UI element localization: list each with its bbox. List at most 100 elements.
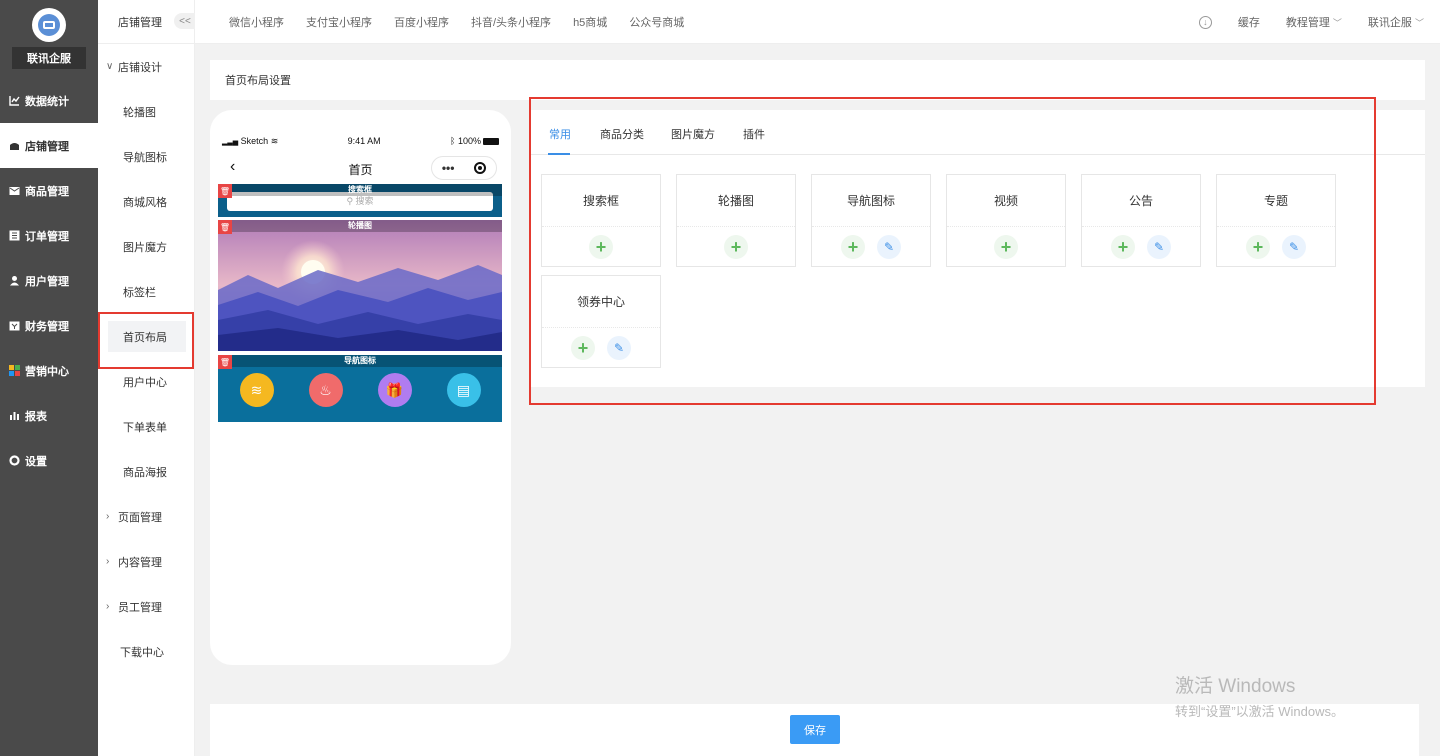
- brand-name: 联讯企服: [12, 47, 86, 69]
- preview-nav-icons-block[interactable]: 导航图标 🗑 ≋ ♨ 🎁 ▤: [218, 355, 502, 422]
- tab-wechat-miniprogram[interactable]: 微信小程序: [229, 14, 284, 30]
- shop-icon: [9, 140, 20, 151]
- group-store-design[interactable]: ∨ 店铺设计: [98, 44, 194, 89]
- sidebar-item-products[interactable]: 商品管理: [0, 168, 98, 213]
- sidebar-item-label: 商品管理: [25, 185, 69, 198]
- block-label: 导航图标: [218, 355, 502, 367]
- group-content-management[interactable]: › 内容管理: [98, 539, 194, 584]
- close-target-icon: [474, 162, 487, 174]
- bluetooth-icon: ᛒ: [450, 136, 456, 146]
- gift-icon: 🎁: [377, 373, 412, 407]
- fire-icon: ♨: [308, 373, 343, 407]
- document-icon: ▤: [446, 373, 481, 407]
- cache-button[interactable]: 缓存: [1238, 14, 1260, 30]
- delete-icon[interactable]: 🗑: [218, 184, 232, 198]
- sidebar-item-label: 订单管理: [25, 230, 69, 243]
- page-title: 首页布局设置: [210, 60, 1425, 100]
- sidebar-item-shop[interactable]: 店铺管理: [0, 123, 98, 168]
- subnav-item-image-cube[interactable]: 图片魔方: [98, 224, 194, 269]
- save-button[interactable]: 保存: [790, 715, 840, 744]
- preview-search-block[interactable]: ⚲ 搜索 搜索框 🗑: [218, 184, 502, 217]
- subnav-item-order-form[interactable]: 下单表单: [98, 404, 194, 449]
- sidebar-item-label: 财务管理: [25, 320, 69, 333]
- watermark-subtitle: 转到“设置”以激活 Windows。: [1175, 704, 1345, 719]
- chevron-down-icon: ∨: [106, 61, 114, 72]
- highlight-box-component-panel: [529, 97, 1376, 405]
- sidebar-item-label: 设置: [25, 455, 47, 468]
- sidebar-item-users[interactable]: 用户管理: [0, 258, 98, 303]
- subnav-item-mall-style[interactable]: 商城风格: [98, 179, 194, 224]
- sidebar-item-finance[interactable]: 财务管理: [0, 303, 98, 348]
- top-bar: 微信小程序 支付宝小程序 百度小程序 抖音/头条小程序 h5商城 公众号商城 ↓…: [195, 0, 1440, 44]
- battery-icon: [482, 138, 499, 146]
- delete-icon[interactable]: 🗑: [218, 220, 232, 234]
- chevron-right-icon: ›: [106, 601, 110, 612]
- sidebar-item-reports[interactable]: 报表: [0, 393, 98, 438]
- collapse-sidebar-button[interactable]: <<: [174, 13, 196, 29]
- secondary-sidebar-header: 店铺管理 <<: [98, 0, 196, 44]
- phone-status-bar: ▂▃▅ Sketch ≋ 9:41 AM ᛒ 100%: [222, 136, 499, 147]
- windows-activation-watermark: 激活 Windows 转到“设置”以激活 Windows。: [1175, 671, 1344, 720]
- sidebar-item-label: 用户管理: [25, 275, 69, 288]
- tab-douyin-miniprogram[interactable]: 抖音/头条小程序: [471, 14, 551, 30]
- wallet-icon: [9, 320, 20, 331]
- sidebar-item-label: 营销中心: [25, 365, 69, 378]
- group-page-management[interactable]: › 页面管理: [98, 494, 194, 539]
- subnav-item-download-center[interactable]: 下载中心: [98, 629, 194, 674]
- tab-h5-mall[interactable]: h5商城: [573, 14, 607, 30]
- tutorial-menu[interactable]: 教程管理 ﹀: [1286, 14, 1342, 30]
- subnav-item-tabbar[interactable]: 标签栏: [98, 269, 194, 314]
- subnav-item-product-poster[interactable]: 商品海报: [98, 449, 194, 494]
- main-sidebar: 联讯企服 数据统计 店铺管理 商品管理 订单管理 用户管理 财务管理 营销中心: [0, 0, 98, 756]
- subnav-item-carousel[interactable]: 轮播图: [98, 89, 194, 134]
- sidebar-item-orders[interactable]: 订单管理: [0, 213, 98, 258]
- phone-carrier: ▂▃▅ Sketch ≋: [222, 136, 278, 147]
- watermark-title: 激活 Windows: [1175, 676, 1296, 697]
- chevron-right-icon: ›: [106, 511, 110, 522]
- nav-icons-row: ≋ ♨ 🎁 ▤: [218, 373, 502, 407]
- platform-tabs: 微信小程序 支付宝小程序 百度小程序 抖音/头条小程序 h5商城 公众号商城: [229, 0, 684, 44]
- block-label: 搜索框: [218, 184, 502, 196]
- preview-search-placeholder: 搜索: [355, 196, 374, 206]
- app-logo: [32, 8, 66, 42]
- sidebar-item-label: 数据统计: [25, 95, 69, 108]
- battery-level: 100%: [457, 136, 481, 146]
- sidebar-item-marketing[interactable]: 营销中心: [0, 348, 98, 393]
- bar-chart-icon: [9, 410, 20, 421]
- tab-alipay-miniprogram[interactable]: 支付宝小程序: [306, 14, 372, 30]
- delete-icon[interactable]: 🗑: [218, 355, 232, 369]
- block-label: 轮播图: [218, 220, 502, 232]
- subnav-item-nav-icons[interactable]: 导航图标: [98, 134, 194, 179]
- secondary-sidebar-title: 店铺管理: [118, 16, 162, 29]
- phone-battery: ᛒ 100%: [450, 136, 499, 147]
- puzzle-icon: [9, 365, 20, 376]
- account-label: 联讯企服: [1367, 17, 1412, 29]
- tab-baidu-miniprogram[interactable]: 百度小程序: [394, 14, 449, 30]
- gear-icon: [9, 455, 20, 466]
- phone-preview: ▂▃▅ Sketch ≋ 9:41 AM ᛒ 100% ‹ 首页 ••• ⚲ 搜…: [210, 110, 511, 665]
- sidebar-item-label: 报表: [25, 410, 47, 423]
- user-icon: [9, 275, 20, 286]
- account-menu[interactable]: 联讯企服 ﹀: [1368, 14, 1424, 30]
- group-staff-management[interactable]: › 员工管理: [98, 584, 194, 629]
- carousel-image: [218, 220, 502, 351]
- highlight-box-home-layout: [98, 312, 194, 369]
- main-menu: 数据统计 店铺管理 商品管理 订单管理 用户管理 财务管理 营销中心 报表 设置: [0, 78, 98, 483]
- group-label: 内容管理: [118, 556, 162, 569]
- top-bar-actions: ↓ 缓存 教程管理 ﹀ 联讯企服 ﹀: [1198, 0, 1424, 44]
- signal-icon: ▂▃▅: [222, 139, 239, 146]
- search-icon: ⚲: [346, 196, 354, 206]
- chevron-down-icon: ﹀: [1332, 18, 1342, 28]
- tab-official-account-mall[interactable]: 公众号商城: [629, 14, 684, 30]
- group-label: 员工管理: [118, 601, 162, 614]
- download-icon[interactable]: ↓: [1198, 15, 1212, 29]
- more-dots-icon: •••: [441, 161, 455, 175]
- sidebar-item-statistics[interactable]: 数据统计: [0, 78, 98, 123]
- preview-carousel-block[interactable]: 轮播图 🗑: [218, 220, 502, 351]
- sidebar-item-settings[interactable]: 设置: [0, 438, 98, 483]
- chevron-right-icon: ›: [106, 556, 110, 567]
- list-icon: [9, 230, 20, 241]
- carrier-label: Sketch: [240, 136, 269, 146]
- chevron-down-icon: ﹀: [1414, 18, 1424, 28]
- miniprogram-capsule: •••: [431, 156, 497, 180]
